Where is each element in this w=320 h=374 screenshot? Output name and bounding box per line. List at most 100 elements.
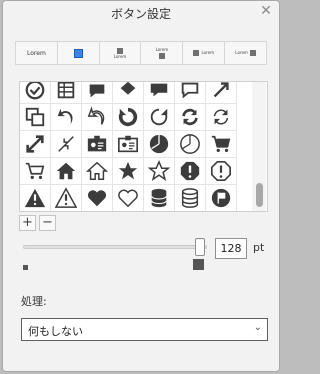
style-preset-text-left-icon[interactable]: Lorem: [225, 42, 266, 64]
icon-size-input[interactable]: 128: [215, 238, 247, 259]
check-circle-icon: [25, 82, 45, 100]
resize-arrows-icon: [26, 135, 44, 153]
icon-cell[interactable]: [144, 104, 175, 131]
icon-size-slider-thumb[interactable]: [195, 238, 205, 256]
icon-cell[interactable]: [20, 104, 51, 131]
icon-cell[interactable]: [82, 82, 113, 104]
sync-outline-icon: [213, 109, 229, 125]
icon-cell[interactable]: [20, 131, 51, 158]
alert-hexagon-outline-icon: [211, 161, 231, 181]
style-preset-label: Lorem: [235, 50, 248, 55]
icon-cell[interactable]: [175, 131, 206, 158]
blue-square-icon: [73, 48, 83, 58]
cart-icon: [211, 135, 231, 153]
icon-cell[interactable]: [113, 158, 144, 185]
icon-cell[interactable]: [113, 104, 144, 131]
action-label: 処理:: [21, 295, 47, 308]
rotate-ccw-icon: [118, 107, 138, 127]
list-icon: [57, 82, 75, 99]
scrollbar-thumb[interactable]: [256, 183, 263, 207]
icon-cell[interactable]: [113, 82, 144, 104]
icon-cell[interactable]: [144, 131, 175, 158]
icon-grid: [20, 82, 237, 211]
icon-cell[interactable]: [206, 185, 237, 211]
icon-cell[interactable]: [51, 185, 82, 211]
icon-cell[interactable]: [206, 104, 237, 131]
warning-icon: [24, 188, 46, 208]
titlebar: ボタン設定 ✕: [3, 1, 279, 27]
action-select[interactable]: 何もしない ⌄: [21, 318, 268, 341]
icon-cell[interactable]: [175, 158, 206, 185]
icon-cell[interactable]: [82, 131, 113, 158]
home-icon: [56, 162, 76, 180]
icon-cell[interactable]: [20, 158, 51, 185]
icon-cell[interactable]: [82, 158, 113, 185]
icon-cell[interactable]: [20, 82, 51, 104]
icon-cell[interactable]: [20, 185, 51, 211]
square-icon: [158, 52, 165, 59]
database-icon: [151, 188, 167, 208]
close-icon[interactable]: ✕: [259, 3, 273, 19]
chevron-down-icon: ⌄: [253, 322, 262, 333]
icon-cell[interactable]: [82, 104, 113, 131]
square-icon: [249, 50, 256, 56]
icon-cell[interactable]: [113, 131, 144, 158]
icon-cell[interactable]: [206, 82, 237, 104]
cart-outline-icon: [25, 162, 45, 180]
button-style-presets: Lorem Lorem Lorem Lorem Lorem: [15, 41, 267, 65]
icon-cell[interactable]: [144, 185, 175, 211]
rotate-cw-icon: [150, 108, 168, 126]
arrow-back-up-outline-icon: [87, 106, 105, 125]
icon-cell[interactable]: [51, 104, 82, 131]
icon-size-slider-track[interactable]: [23, 245, 207, 249]
icon-cell[interactable]: [144, 82, 175, 104]
small-size-icon: [23, 265, 28, 270]
home-outline-icon: [86, 161, 108, 180]
icon-cell[interactable]: [51, 82, 82, 104]
style-preset-icon-above-text[interactable]: Lorem: [100, 42, 142, 64]
dialog-title: ボタン設定: [110, 7, 171, 21]
speech-bubble-icon: [150, 83, 168, 97]
heart-outline-icon: [118, 189, 138, 208]
icon-picker-grid: [19, 81, 268, 212]
style-preset-text[interactable]: Lorem: [16, 42, 58, 64]
id-card-icon: [87, 135, 107, 152]
arrow-back-up-icon: [57, 108, 73, 125]
icon-cell[interactable]: [175, 185, 206, 211]
copy-icon: [25, 107, 45, 127]
large-size-icon: [193, 259, 204, 270]
icon-cell[interactable]: [175, 104, 206, 131]
id-card-outline-icon: [118, 135, 138, 153]
button-settings-dialog: ボタン設定 ✕ Lorem Lorem Lorem Lorem Lorem + …: [2, 0, 280, 372]
style-preset-icon-only[interactable]: [58, 42, 100, 64]
share-icon: [120, 82, 136, 95]
icon-cell[interactable]: [206, 131, 237, 158]
add-icon-button[interactable]: +: [19, 215, 36, 231]
chat-icon: [181, 82, 199, 99]
icon-cell[interactable]: [206, 158, 237, 185]
warning-outline-icon: [55, 187, 77, 208]
star-icon: [118, 161, 138, 180]
icon-grid-scrollbar[interactable]: [252, 82, 266, 211]
pie-chart-icon: [149, 134, 169, 154]
shrink-arrows-icon: [58, 136, 74, 152]
style-preset-label: Lorem: [155, 46, 169, 52]
icon-cell[interactable]: [144, 158, 175, 185]
icon-cell[interactable]: [175, 82, 206, 104]
icon-cell[interactable]: [51, 158, 82, 185]
chat-bubble-icon: [89, 84, 105, 98]
square-icon: [193, 50, 200, 56]
action-selected-value: 何もしない: [28, 325, 83, 338]
icon-cell[interactable]: [113, 185, 144, 211]
icon-cell[interactable]: [51, 131, 82, 158]
heart-icon: [87, 190, 107, 207]
flag-circle-icon: [211, 188, 231, 208]
remove-icon-button[interactable]: −: [39, 215, 56, 231]
style-preset-icon-left-text[interactable]: Lorem: [183, 42, 226, 64]
style-preset-label: Lorem: [201, 50, 214, 55]
clock-pie-icon: [180, 134, 200, 154]
style-preset-icon-text-inline[interactable]: Lorem: [141, 42, 184, 64]
database-outline-icon: [181, 188, 199, 208]
icon-cell[interactable]: [82, 185, 113, 211]
expand-arrow-icon: [213, 82, 229, 98]
